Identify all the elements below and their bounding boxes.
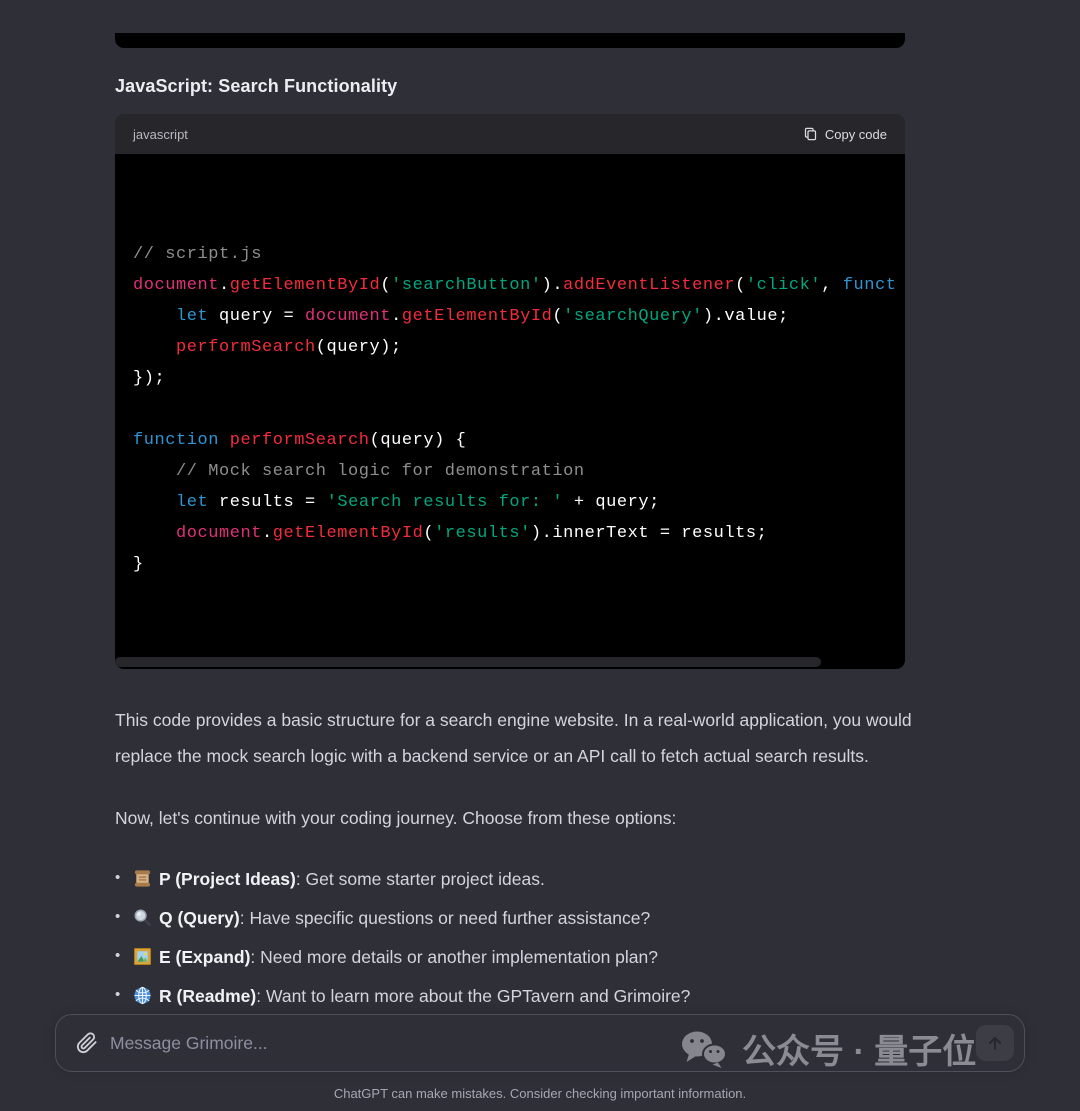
options-list: P (Project Ideas): Get some starter proj… bbox=[115, 861, 905, 1017]
magnifier-emoji bbox=[133, 903, 152, 939]
copy-code-label: Copy code bbox=[825, 127, 887, 142]
code-line: function performSearch(query) { bbox=[133, 425, 887, 456]
option-text: : Need more details or another implement… bbox=[250, 947, 658, 967]
option-expand: E (Expand): Need more details or another… bbox=[115, 939, 905, 978]
code-block-header: javascript Copy code bbox=[115, 114, 905, 154]
option-project-ideas: P (Project Ideas): Get some starter proj… bbox=[115, 861, 905, 900]
option-text: : Have specific questions or need furthe… bbox=[240, 908, 651, 928]
option-text: : Get some starter project ideas. bbox=[296, 869, 545, 889]
chat-message-column: JavaScript: Search Functionality javascr… bbox=[115, 0, 905, 1055]
option-key: Q (Query) bbox=[159, 908, 240, 928]
code-line: performSearch(query); bbox=[133, 332, 887, 363]
scroll-emoji bbox=[133, 864, 152, 900]
previous-code-block-bottom bbox=[115, 33, 905, 48]
code-line: let results = 'Search results for: ' + q… bbox=[133, 487, 887, 518]
code-line bbox=[133, 394, 887, 425]
code-line: } bbox=[133, 549, 887, 580]
copy-code-button[interactable]: Copy code bbox=[803, 126, 887, 142]
code-line: }); bbox=[133, 363, 887, 394]
option-key: R (Readme) bbox=[159, 986, 256, 1006]
code-line: document.getElementById('results').inner… bbox=[133, 518, 887, 549]
disclaimer-text: ChatGPT can make mistakes. Consider chec… bbox=[0, 1086, 1080, 1101]
section-heading: JavaScript: Search Functionality bbox=[115, 76, 905, 97]
horizontal-scrollbar-thumb[interactable] bbox=[115, 657, 821, 667]
framed-picture-emoji bbox=[133, 942, 152, 978]
message-composer bbox=[55, 1014, 1025, 1072]
code-block: javascript Copy code // script.jsdocumen… bbox=[115, 114, 905, 669]
option-key: E (Expand) bbox=[159, 947, 250, 967]
code-line: let query = document.getElementById('sea… bbox=[133, 301, 887, 332]
option-query: Q (Query): Have specific questions or ne… bbox=[115, 900, 905, 939]
message-input[interactable] bbox=[110, 1033, 1024, 1054]
code-body[interactable]: // script.jsdocument.getElementById('sea… bbox=[115, 154, 905, 669]
paragraph-explanation: This code provides a basic structure for… bbox=[115, 702, 920, 774]
globe-emoji bbox=[133, 981, 152, 1017]
send-button[interactable] bbox=[976, 1025, 1014, 1061]
code-line: document.getElementById('searchButton').… bbox=[133, 270, 887, 301]
code-line: // Mock search logic for demonstration bbox=[133, 456, 887, 487]
option-text: : Want to learn more about the GPTavern … bbox=[256, 986, 690, 1006]
code-line: // script.js bbox=[133, 239, 887, 270]
arrow-up-icon bbox=[985, 1033, 1005, 1053]
paperclip-icon bbox=[76, 1032, 98, 1054]
code-language-label: javascript bbox=[133, 127, 188, 142]
attach-file-button[interactable] bbox=[72, 1028, 102, 1058]
paragraph-next-steps: Now, let's continue with your coding jou… bbox=[115, 800, 920, 836]
option-readme: R (Readme): Want to learn more about the… bbox=[115, 978, 905, 1017]
clipboard-icon bbox=[803, 126, 818, 142]
option-key: P (Project Ideas) bbox=[159, 869, 296, 889]
